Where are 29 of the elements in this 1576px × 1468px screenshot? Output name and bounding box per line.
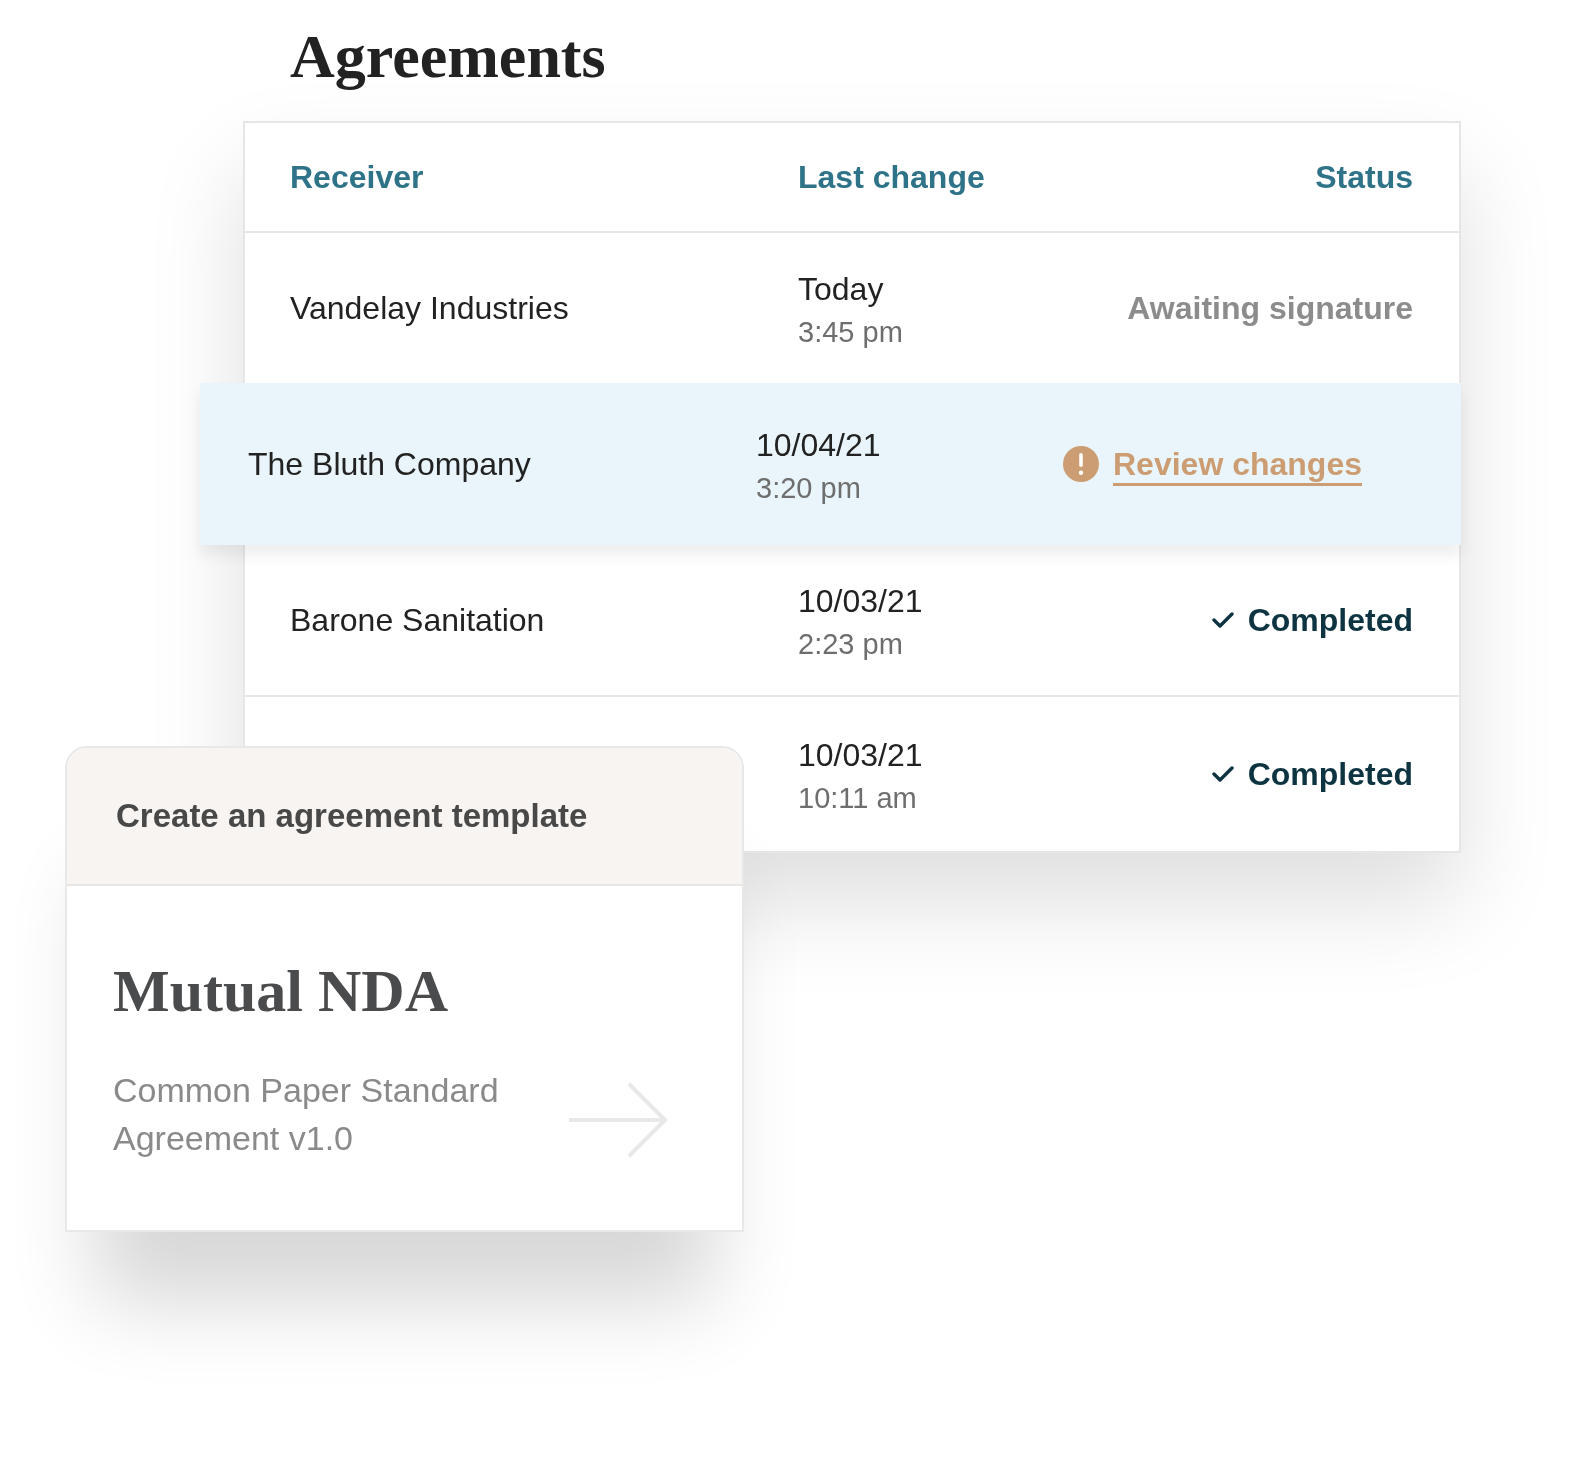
- template-card[interactable]: Create an agreement template Mutual NDA Common Paper Standard Agreement v1.0: [65, 746, 744, 1232]
- receiver-name: Barone Sanitation: [290, 602, 545, 638]
- alert-icon: [1063, 446, 1099, 482]
- card-header: Create an agreement template: [67, 748, 742, 886]
- column-header[interactable]: Receiver: [290, 157, 798, 197]
- table-row[interactable]: Barone Sanitation 10/03/21 2:23 pm Completed: [245, 545, 1459, 695]
- status-label: Completed: [1247, 755, 1413, 794]
- receiver-name: Vandelay Industries: [290, 290, 569, 326]
- template-title: Mutual NDA: [113, 957, 448, 1026]
- time-text: 3:20 pm: [756, 471, 862, 506]
- time-text: 3:45 pm: [798, 315, 904, 350]
- date-text: Today: [798, 270, 885, 309]
- date-text: 10/03/21: [798, 736, 924, 775]
- table-row[interactable]: 10/03/21 10:11 am Completed: [798, 697, 1413, 851]
- date-text: 10/03/21: [798, 582, 924, 621]
- check-icon: [1211, 612, 1234, 628]
- table-row[interactable]: Vandelay Industries Today 3:45 pm Awaiting signature: [245, 233, 1459, 383]
- column-header[interactable]: Status: [1315, 157, 1413, 197]
- status-label: Awaiting signature: [1127, 289, 1413, 328]
- column-header[interactable]: Last change: [798, 157, 1316, 197]
- date-text: 10/04/21: [756, 426, 882, 465]
- status-label: Completed: [1247, 601, 1413, 640]
- time-text: 2:23 pm: [798, 627, 904, 662]
- time-text: 10:11 am: [798, 781, 918, 816]
- receiver-name: The Bluth Company: [248, 446, 531, 482]
- page-title: Agreements: [290, 24, 606, 88]
- table-row[interactable]: The Bluth Company 10/04/21 3:20 pm Review changes: [200, 383, 1461, 545]
- check-icon: [1211, 766, 1234, 782]
- template-description: Common Paper Standard Agreement v1.0: [113, 1070, 500, 1159]
